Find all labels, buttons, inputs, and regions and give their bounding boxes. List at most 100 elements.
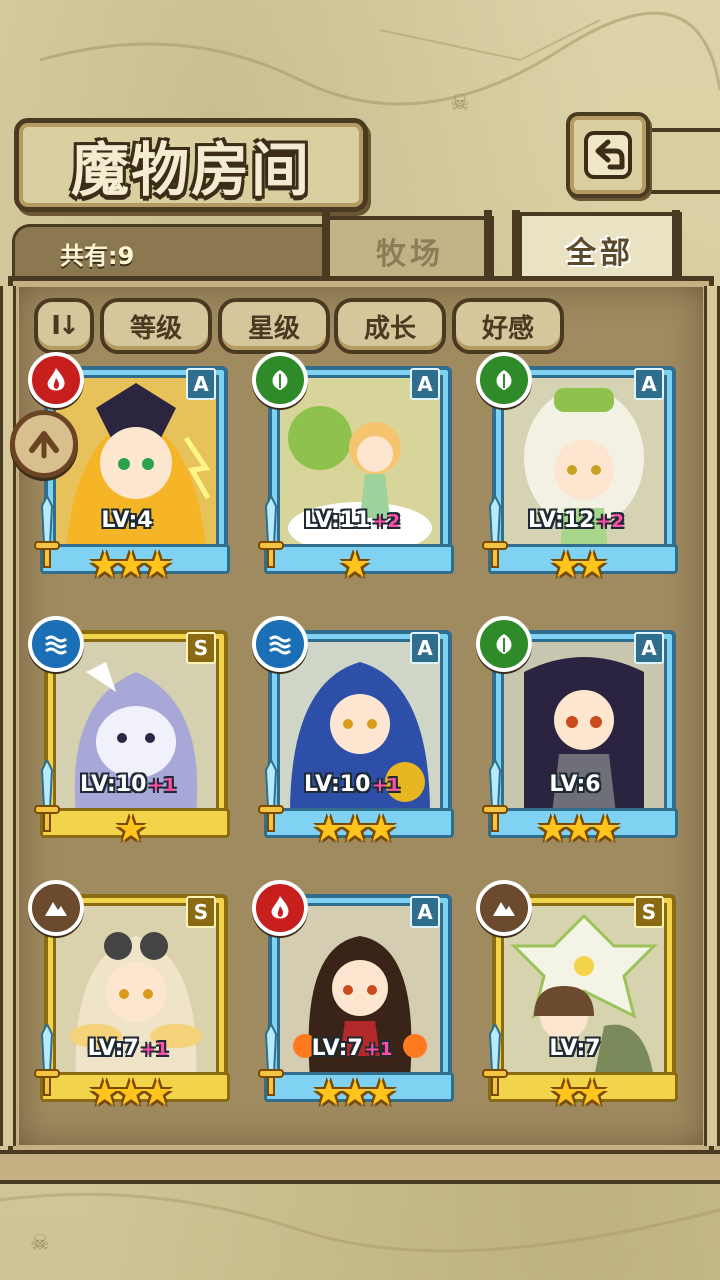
panel-rail-right (704, 286, 720, 1146)
leaf-icon (476, 616, 532, 672)
star-icon: ★ (88, 1073, 121, 1114)
filter-affection-button[interactable]: 好感 (452, 298, 564, 354)
level-value: LV:7 (87, 1036, 139, 1061)
level-bonus: +2 (596, 511, 625, 532)
monster-card[interactable]: A LV:7 +1 ★★★ (252, 880, 454, 1112)
leaf-icon (476, 352, 532, 408)
panel-rail-left (0, 286, 16, 1146)
level-value: LV:6 (549, 772, 601, 797)
tab-pasture[interactable]: 牧场 (326, 216, 494, 282)
sword-icon (482, 1024, 508, 1096)
monster-card[interactable]: A LV:11 +2 ★ (252, 352, 454, 584)
sword-icon (258, 1024, 284, 1096)
title-plate: 魔物房间 (14, 118, 368, 212)
level-label: LV:7 +1 (258, 1036, 446, 1061)
star-icon: ★ (365, 1073, 397, 1114)
star-icon: ★ (141, 545, 173, 586)
level-bonus: +1 (140, 1039, 169, 1060)
svg-text:☠: ☠ (30, 1231, 50, 1256)
level-label: LV:10 +1 (258, 772, 446, 797)
rank-badge: A (410, 632, 440, 664)
star-rating: ★★ (482, 548, 670, 584)
sort-order-icon: Ⅰ↓ (51, 311, 80, 341)
rank-badge: A (186, 368, 216, 400)
monster-card[interactable]: A LV:12 +2 ★★ (476, 352, 678, 584)
rank-badge: S (186, 896, 216, 928)
monster-card[interactable]: S LV:7 ★★ (476, 880, 678, 1112)
back-arrow-icon (584, 131, 632, 179)
fire-icon (252, 880, 308, 936)
star-icon: ★ (549, 545, 582, 586)
star-rating: ★ (258, 548, 446, 584)
monster-card[interactable]: S LV:7 +1 ★★★ (28, 880, 230, 1112)
star-icon: ★ (88, 545, 121, 586)
sword-icon (258, 760, 284, 832)
level-value: LV:11 (303, 508, 371, 533)
star-rating: ★★★ (34, 548, 222, 584)
level-bonus: +2 (372, 511, 401, 532)
locked-party-badge[interactable] (10, 410, 78, 478)
rank-badge: A (410, 368, 440, 400)
filter-star-button[interactable]: 星级 (218, 298, 330, 354)
star-rating: ★★★ (34, 1076, 222, 1112)
star-icon: ★ (549, 1073, 582, 1114)
level-value: LV:10 (79, 772, 147, 797)
monster-card[interactable]: A LV:10 +1 ★★★ (252, 616, 454, 848)
level-label: LV:6 (482, 772, 670, 797)
star-icon: ★ (338, 809, 371, 850)
rank-badge: A (634, 368, 664, 400)
star-icon: ★ (576, 1073, 608, 1114)
monster-card[interactable]: S LV:10 +1 ★ (28, 616, 230, 850)
star-rating: ★★ (482, 1076, 670, 1112)
star-rating: ★★★ (482, 812, 670, 848)
level-value: LV:12 (527, 508, 595, 533)
tab-post (484, 210, 492, 280)
star-icon: ★ (312, 809, 345, 850)
monster-card[interactable]: A LV:6 ★★★ (476, 616, 678, 848)
star-icon: ★ (338, 545, 371, 586)
level-bonus: +1 (372, 775, 401, 796)
page-title: 魔物房间 (70, 136, 311, 204)
star-icon: ★ (141, 1073, 173, 1114)
rank-badge: A (634, 632, 664, 664)
tab-post (672, 210, 680, 280)
star-icon: ★ (114, 1073, 147, 1114)
rank-badge: S (634, 896, 664, 928)
star-rating: ★★★ (258, 812, 446, 848)
monster-count: 共有:9 (60, 242, 135, 270)
star-icon: ★ (576, 545, 608, 586)
back-tab-decoration (642, 128, 720, 194)
star-icon: ★ (536, 809, 569, 850)
filter-growth-button[interactable]: 成长 (334, 298, 446, 354)
level-label: LV:12 +2 (482, 508, 670, 533)
level-label: LV:11 +2 (258, 508, 446, 533)
level-bonus: +1 (148, 775, 177, 796)
sword-icon (482, 496, 508, 568)
level-label: LV:7 (482, 1036, 670, 1061)
level-label: LV:7 +1 (34, 1036, 222, 1061)
star-icon: ★ (114, 809, 147, 850)
star-icon: ★ (312, 1073, 345, 1114)
water-icon (252, 616, 308, 672)
star-icon: ★ (338, 1073, 371, 1114)
star-icon: ★ (365, 809, 397, 850)
level-value: LV:7 (549, 1036, 601, 1061)
panel-bottom-rail (0, 1150, 720, 1184)
sort-order-button[interactable]: Ⅰ↓ (34, 298, 94, 354)
sword-icon (34, 760, 60, 832)
sword-icon (34, 496, 60, 568)
level-value: LV:4 (101, 508, 153, 533)
star-icon: ★ (562, 809, 595, 850)
sword-icon (258, 496, 284, 568)
back-button[interactable] (566, 112, 650, 198)
sword-icon (482, 760, 508, 832)
level-value: LV:10 (303, 772, 371, 797)
level-value: LV:7 (311, 1036, 363, 1061)
earth-icon (476, 880, 532, 936)
star-rating: ★★★ (258, 1076, 446, 1112)
fire-icon (28, 352, 84, 408)
tab-all[interactable]: 全部 (518, 212, 682, 284)
sword-icon (34, 1024, 60, 1096)
filter-level-button[interactable]: 等级 (100, 298, 212, 354)
rank-badge: A (410, 896, 440, 928)
